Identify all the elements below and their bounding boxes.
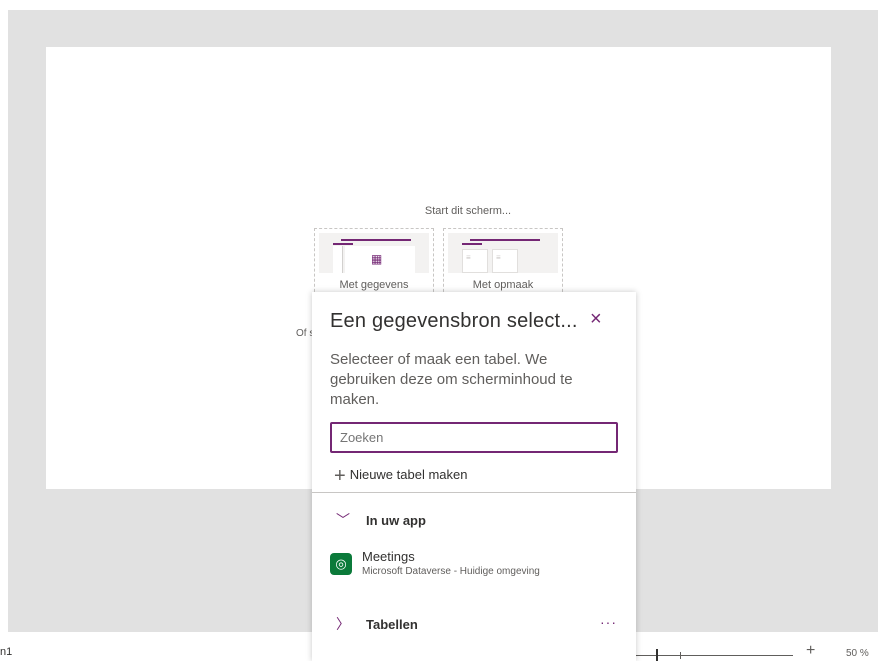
new-table-button[interactable]: + Nieuwe tabel maken bbox=[334, 465, 467, 488]
search-input[interactable] bbox=[330, 422, 618, 453]
zoom-slider-track[interactable] bbox=[636, 655, 793, 656]
new-table-label: Nieuwe tabel maken bbox=[349, 467, 468, 482]
section-tables[interactable]: 〉 Tabellen bbox=[336, 614, 418, 634]
layout-with-layout-button[interactable]: ≡ ≡ Met opmaak bbox=[443, 228, 563, 302]
layout-with-data-button[interactable]: ▦ Met gegevens bbox=[314, 228, 434, 302]
layout-with-layout-label: Met opmaak bbox=[472, 279, 534, 291]
zoom-in-button[interactable]: + bbox=[806, 642, 815, 660]
divider bbox=[312, 492, 636, 493]
zoom-slider-tick bbox=[680, 652, 681, 659]
data-source-flyout: Een gegevensbron select... × Selecteer o… bbox=[312, 292, 636, 661]
zoom-slider-thumb[interactable] bbox=[656, 649, 658, 661]
flyout-description: Selecteer of maak een tabel. We gebruike… bbox=[330, 351, 573, 408]
plus-icon: + bbox=[334, 465, 346, 487]
chevron-right-icon: 〉 bbox=[336, 616, 350, 632]
flyout-title: Een gegevensbron select... bbox=[330, 310, 578, 332]
more-options-icon[interactable]: ··· bbox=[600, 614, 617, 630]
section-label: In uw app bbox=[366, 513, 426, 528]
dataverse-icon: ◎ bbox=[330, 553, 352, 575]
item-source: Microsoft Dataverse - Huidige omgeving bbox=[362, 566, 540, 577]
start-screen-label: Start dit scherm... bbox=[424, 205, 512, 217]
item-name: Meetings bbox=[362, 549, 415, 564]
close-icon[interactable]: × bbox=[590, 309, 602, 329]
section-label: Tabellen bbox=[366, 617, 418, 632]
screen-name-label[interactable]: n1 bbox=[0, 646, 12, 658]
zoom-value: 50 % bbox=[846, 648, 869, 659]
chevron-down-icon: ﹀ bbox=[336, 512, 350, 528]
layout-panels-icon: ≡ ≡ bbox=[448, 233, 558, 273]
list-item[interactable]: ◎ Meetings Microsoft Dataverse - Huidige… bbox=[330, 547, 620, 583]
layout-with-data-label: Met gegevens bbox=[339, 279, 409, 291]
table-grid-icon: ▦ bbox=[319, 233, 429, 273]
section-in-your-app[interactable]: ﹀ In uw app bbox=[336, 510, 426, 530]
